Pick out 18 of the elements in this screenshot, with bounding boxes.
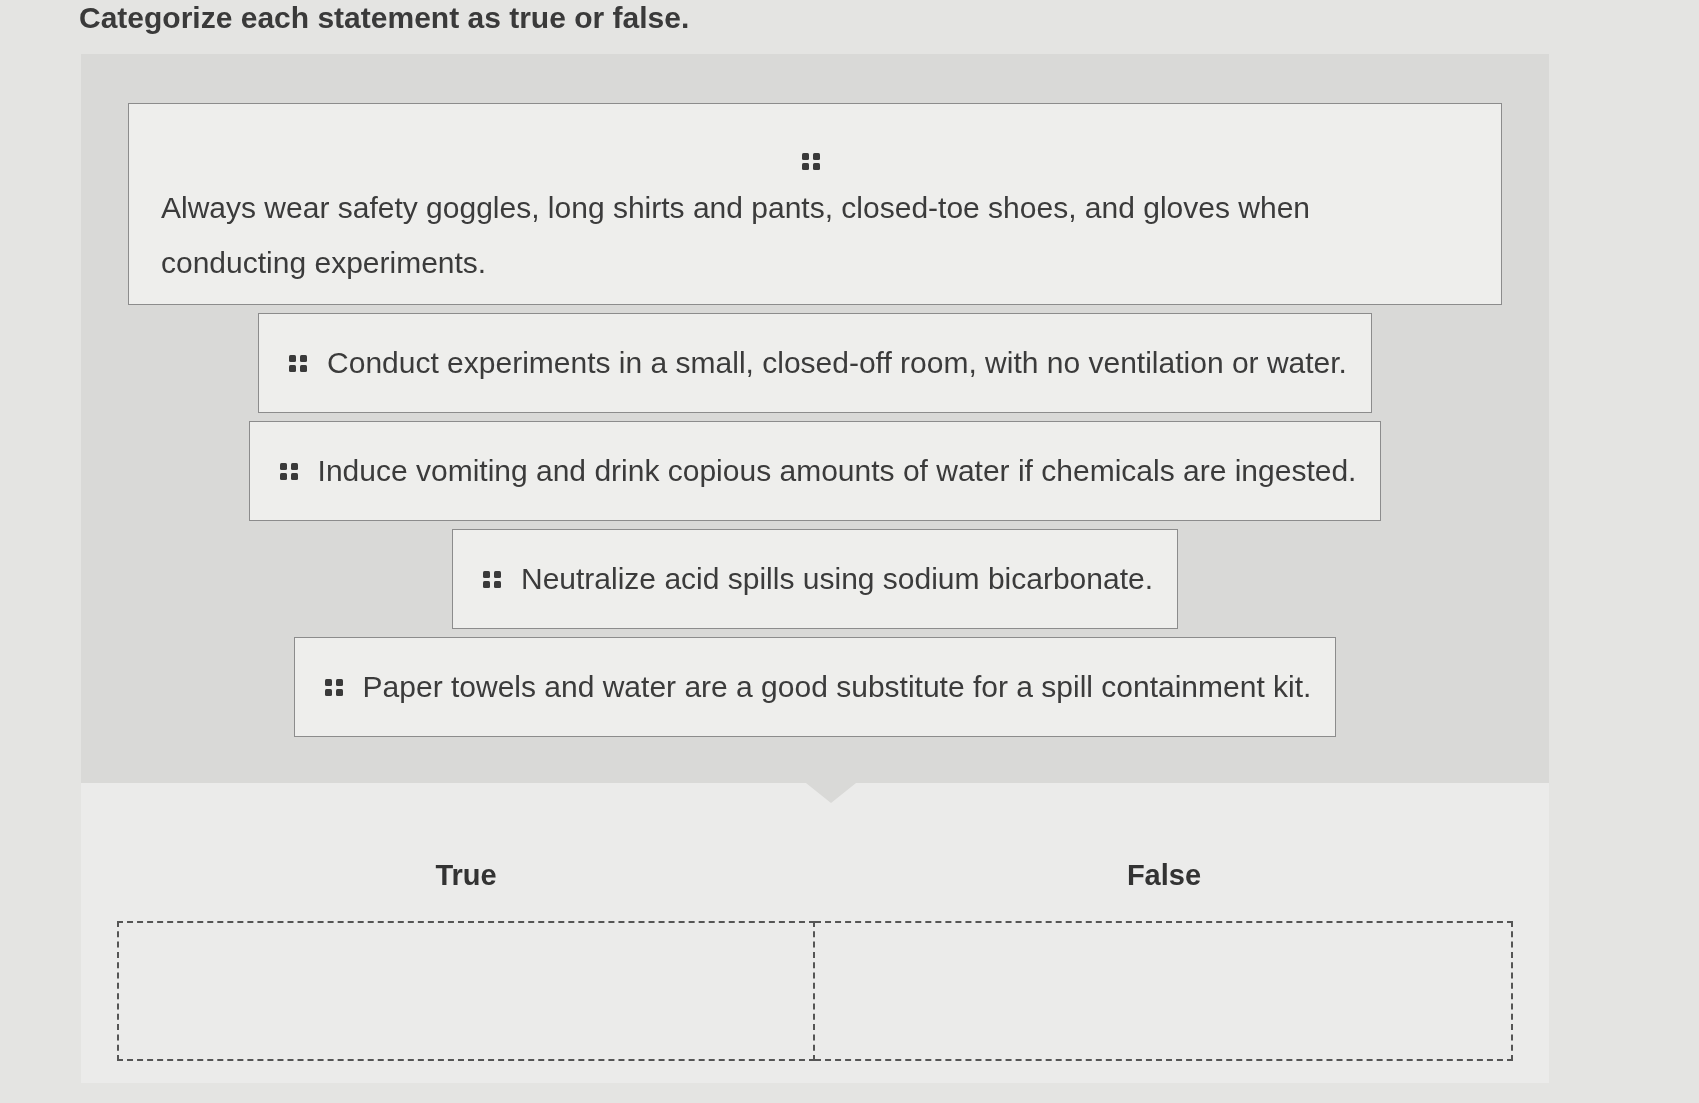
statement-card[interactable]: Paper towels and water are a good substitute for a spill containment kit. bbox=[293, 637, 1337, 737]
drag-handle-icon[interactable] bbox=[802, 153, 820, 170]
statement-text: Always wear safety goggles, long shirts and pants, closed-toe shoes, and gloves when conducting experiments. bbox=[161, 190, 1311, 281]
statement-text: Conduct experiments in a small, closed-off room, with no ventilation or water. bbox=[327, 345, 1347, 381]
statement-card[interactable]: Conduct experiments in a small, closed-off room, with no ventilation or water. bbox=[258, 313, 1372, 413]
category-heading: False bbox=[1126, 858, 1202, 893]
category-heading: True bbox=[435, 858, 497, 893]
drag-handle-icon[interactable] bbox=[483, 570, 501, 588]
statement-text: Induce vomiting and drink copious amounts of water if chemicals are ingested. bbox=[317, 453, 1357, 489]
drag-handle-icon[interactable] bbox=[289, 354, 308, 372]
statement-text: Paper towels and water are a good substitute for a spill containment kit. bbox=[362, 669, 1312, 705]
question-prompt: Categorize each statement as true or false. bbox=[79, 0, 690, 36]
statement-card[interactable]: Induce vomiting and drink copious amounts of water if chemicals are ingested. bbox=[248, 421, 1382, 521]
statement-card[interactable]: Neutralize acid spills using sodium bicarbonate. bbox=[452, 529, 1178, 629]
statement-text: Neutralize acid spills using sodium bicarbonate. bbox=[521, 561, 1153, 597]
drag-handle-icon[interactable] bbox=[324, 678, 343, 696]
drag-handle-icon[interactable] bbox=[279, 462, 298, 480]
statement-card[interactable]: Always wear safety goggles, long shirts and pants, closed-toe shoes, and gloves when conducting experiments. bbox=[128, 103, 1502, 305]
